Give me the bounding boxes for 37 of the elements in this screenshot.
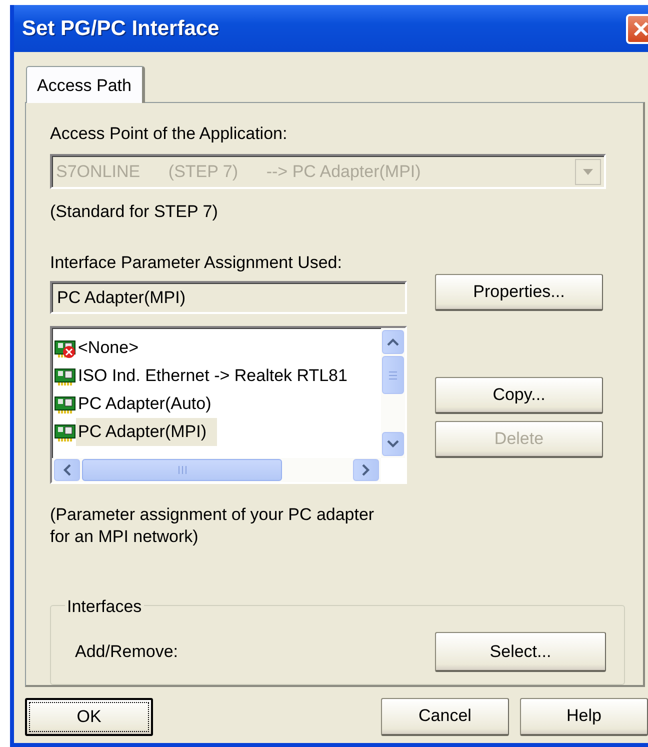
- close-icon: [633, 20, 648, 36]
- close-button[interactable]: [626, 14, 648, 44]
- side-button[interactable]: Copy...: [435, 377, 603, 414]
- scroll-right-button[interactable]: [353, 459, 379, 481]
- select-button[interactable]: Select...: [435, 632, 606, 672]
- network-card-icon: [54, 394, 76, 414]
- field-label: Add/Remove:: [75, 641, 178, 664]
- dialog-button[interactable]: Cancel: [381, 698, 509, 736]
- tab[interactable]: Access Path: [26, 66, 144, 102]
- note-text: (Standard for STEP 7): [50, 201, 219, 223]
- grip-icon: [178, 465, 186, 475]
- side-button[interactable]: Properties...: [435, 274, 603, 311]
- network-card-error-icon: [54, 338, 76, 358]
- scroll-left-button[interactable]: [54, 459, 80, 481]
- list-item[interactable]: ISO Ind. Ethernet -> Realtek RTL81: [76, 362, 358, 390]
- dialog-button[interactable]: Help: [520, 698, 648, 736]
- list-item[interactable]: PC Adapter(MPI): [76, 418, 216, 446]
- chevron-right-icon: [362, 464, 370, 476]
- field-label: Interface Parameter Assignment Used:: [50, 252, 343, 274]
- network-card-icon: [54, 422, 76, 442]
- scroll-thumb[interactable]: [382, 356, 404, 394]
- chevron-up-icon: [387, 338, 399, 346]
- grip-icon: [388, 370, 398, 380]
- description-text: (Parameter assignment of your PC adapter for an MPI network): [50, 504, 376, 548]
- scroll-down-button[interactable]: [382, 432, 404, 456]
- chevron-left-icon: [63, 464, 71, 476]
- network-card-icon: [54, 366, 76, 386]
- scroll-thumb[interactable]: [82, 459, 282, 481]
- list-item[interactable]: <None>: [76, 334, 148, 362]
- scroll-up-button[interactable]: [382, 330, 404, 354]
- window-title: Set PG/PC Interface: [22, 16, 220, 42]
- caret-icon: [582, 168, 594, 176]
- list-box[interactable]: <None> ISO Ind. Ethernet -> Realtek RTL81 PC Adapter(Auto) PC Adapter(MPI): [50, 326, 407, 484]
- list-item[interactable]: PC Adapter(Auto): [76, 390, 222, 418]
- dialog-button[interactable]: OK: [25, 698, 153, 736]
- chevron-down-icon: [387, 440, 399, 448]
- field-label: Access Point of the Application:: [50, 122, 288, 144]
